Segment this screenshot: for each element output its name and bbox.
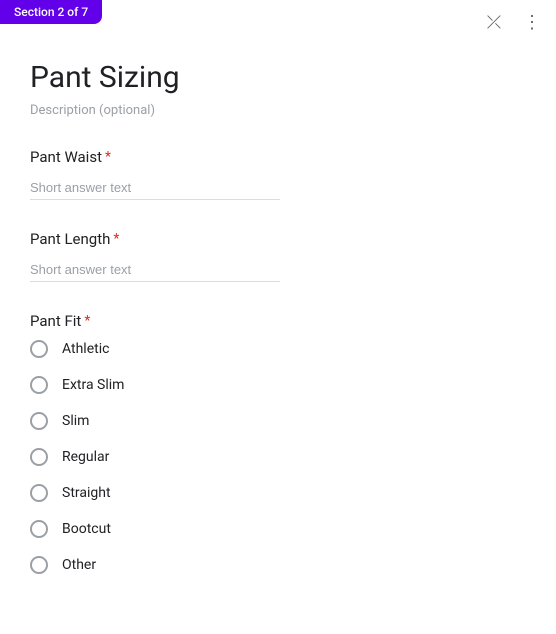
radio-option-slim[interactable]: Slim: [30, 412, 526, 430]
more-options-icon[interactable]: ⋮: [518, 8, 546, 36]
radio-circle: [30, 520, 48, 538]
pant-waist-label: Pant Waist *: [30, 148, 526, 166]
radio-label: Straight: [62, 485, 111, 501]
radio-circle: [30, 376, 48, 394]
radio-circle: [30, 556, 48, 574]
form-container: Section 2 of 7 ⤫ ⋮ Pant Sizing Descripti…: [0, 0, 556, 634]
radio-option-straight[interactable]: Straight: [30, 484, 526, 502]
radio-label: Athletic: [62, 341, 109, 357]
radio-option-athletic[interactable]: Athletic: [30, 340, 526, 358]
radio-label: Other: [62, 557, 96, 573]
form-description: Description (optional): [30, 103, 526, 118]
collapse-icon[interactable]: ⤫: [480, 8, 508, 36]
radio-label: Bootcut: [62, 521, 111, 537]
required-star-waist: *: [105, 149, 111, 165]
pant-length-block: Pant Length *: [30, 230, 526, 282]
header-icons: ⤫ ⋮: [480, 8, 546, 36]
radio-circle: [30, 412, 48, 430]
form-title: Pant Sizing: [30, 60, 526, 95]
radio-option-bootcut[interactable]: Bootcut: [30, 520, 526, 538]
pant-waist-input[interactable]: [30, 176, 280, 200]
pant-fit-options: Athletic Extra Slim Slim Regular Straight Boo…: [30, 340, 526, 574]
required-star-length: *: [113, 231, 119, 247]
pant-fit-block: Pant Fit * Athletic Extra Slim Slim Regular…: [30, 312, 526, 574]
radio-circle: [30, 448, 48, 466]
section-badge: Section 2 of 7: [0, 0, 102, 24]
radio-circle: [30, 484, 48, 502]
radio-circle: [30, 340, 48, 358]
radio-option-extra-slim[interactable]: Extra Slim: [30, 376, 526, 394]
radio-option-regular[interactable]: Regular: [30, 448, 526, 466]
required-star-fit: *: [84, 313, 90, 329]
radio-label: Extra Slim: [62, 377, 124, 393]
pant-length-label: Pant Length *: [30, 230, 526, 248]
radio-option-other[interactable]: Other: [30, 556, 526, 574]
radio-label: Regular: [62, 449, 109, 465]
pant-fit-label: Pant Fit *: [30, 312, 526, 330]
pant-length-input[interactable]: [30, 258, 280, 282]
pant-waist-block: Pant Waist *: [30, 148, 526, 200]
radio-label: Slim: [62, 413, 89, 429]
form-content: Pant Sizing Description (optional) Pant …: [0, 0, 556, 634]
